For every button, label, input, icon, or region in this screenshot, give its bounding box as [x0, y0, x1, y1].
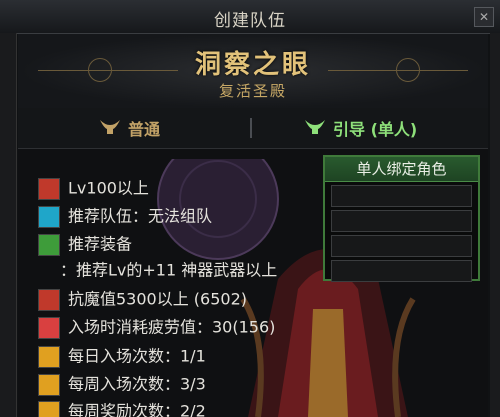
info-row-equipment: 推荐装备: [38, 233, 133, 256]
info-text-equipment-detail: ：推荐Lv的+11 神器武器以上: [60, 260, 278, 280]
party-icon: [38, 205, 60, 228]
ticket-icon: [38, 345, 60, 368]
ticket-icon: [38, 373, 60, 396]
window-left-edge: [0, 33, 17, 417]
dungeon-banner: 洞察之眼 复活圣殿: [18, 34, 488, 109]
tab-guide-solo-mode[interactable]: 引导 (单人): [303, 116, 417, 140]
info-text-demon-resist: 抗魔值5300以上 (6502): [68, 289, 248, 309]
tab-guide-label: 引导 (单人): [333, 120, 418, 139]
close-icon[interactable]: ✕: [474, 7, 494, 27]
horned-helmet-icon: [100, 120, 120, 134]
info-row-weekly-rewards: 每周奖励次数：2/2: [38, 400, 206, 417]
info-text-fatigue: 入场时消耗疲劳值：30(156): [68, 317, 276, 337]
bind-panel-title: 单人绑定角色: [325, 157, 478, 182]
create-party-window: 创建队伍 ✕ 洞察之眼 复活圣殿 普通 引导 (单人) Lv100以上 推荐队伍…: [0, 0, 500, 417]
window-title: 创建队伍: [214, 11, 286, 31]
mode-tabs: 普通 引导 (单人): [18, 108, 488, 149]
tab-normal-label: 普通: [128, 120, 161, 139]
info-row-daily-entries: 每日入场次数：1/1: [38, 345, 206, 368]
bind-character-slot[interactable]: [331, 185, 472, 207]
info-row-demon-resist: 抗魔值5300以上 (6502): [38, 288, 248, 311]
info-text-equipment: 推荐装备: [68, 234, 133, 254]
info-row-level: Lv100以上: [38, 177, 149, 200]
info-row-fatigue: 入场时消耗疲劳值：30(156): [38, 316, 276, 339]
bind-character-slot[interactable]: [331, 260, 472, 282]
tab-normal-mode[interactable]: 普通: [98, 116, 160, 140]
info-text-level: Lv100以上: [68, 178, 149, 198]
sword-icon: [38, 233, 60, 256]
dungeon-title: 洞察之眼: [194, 50, 311, 80]
level-badge-icon: [38, 177, 60, 200]
fatigue-icon: [38, 316, 60, 339]
info-text-weekly-entries: 每周入场次数：3/3: [68, 374, 206, 394]
tab-divider: [250, 118, 252, 138]
demon-resist-icon: [38, 288, 60, 311]
info-text-daily-entries: 每日入场次数：1/1: [68, 346, 206, 366]
info-row-party: 推荐队伍：无法组队: [38, 205, 213, 228]
info-row-weekly-entries: 每周入场次数：3/3: [38, 373, 206, 396]
solo-bind-character-panel: 单人绑定角色: [323, 155, 480, 282]
ticket-icon: [38, 400, 60, 417]
bind-character-slot[interactable]: [331, 210, 472, 232]
info-text-weekly-rewards: 每周奖励次数：2/2: [68, 401, 206, 417]
horned-helmet-icon: [305, 120, 325, 134]
info-row-equipment-detail: ：推荐Lv的+11 神器武器以上: [60, 259, 277, 281]
info-text-party: 推荐队伍：无法组队: [68, 206, 213, 226]
dungeon-subtitle: 复活圣殿: [218, 82, 287, 100]
window-titlebar: 创建队伍 ✕: [0, 0, 500, 34]
bind-character-slot[interactable]: [331, 235, 472, 257]
window-right-edge: [490, 33, 500, 417]
